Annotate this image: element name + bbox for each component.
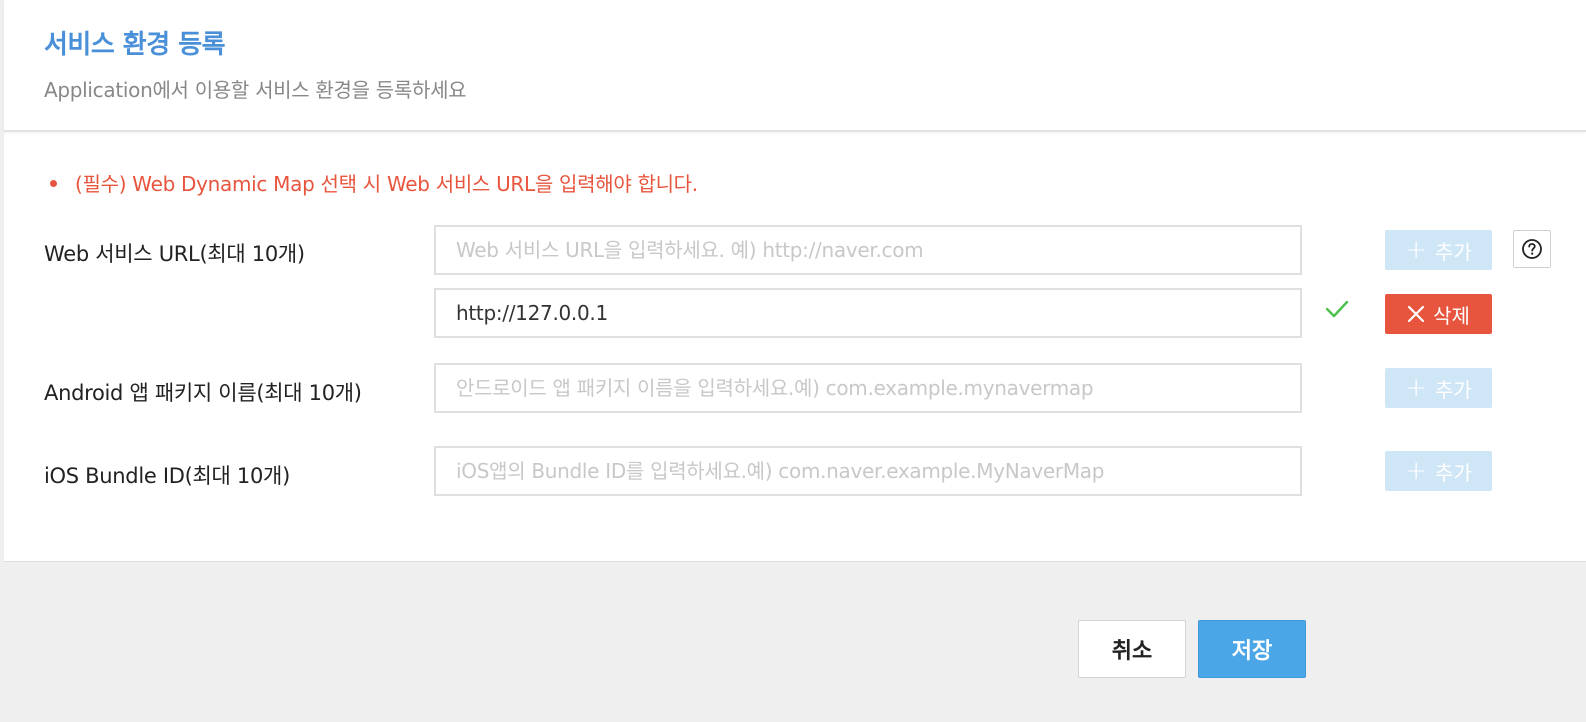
plus-icon: +: [1405, 456, 1427, 486]
close-icon: [1407, 305, 1425, 323]
web-url-label: Web 서비스 URL(최대 10개): [44, 242, 305, 266]
web-url-add-button[interactable]: + 추가: [1385, 230, 1492, 270]
web-url-entry-input[interactable]: [434, 288, 1302, 338]
panel-header: 서비스 환경 등록 Application에서 이용할 서비스 환경을 등록하세…: [4, 0, 1586, 132]
plus-icon: +: [1405, 373, 1427, 403]
page-title: 서비스 환경 등록: [44, 30, 226, 60]
plus-icon: +: [1405, 235, 1427, 265]
web-url-add-label: 추가: [1434, 239, 1472, 264]
question-circle-icon: [1522, 239, 1542, 259]
service-environment-panel: 서비스 환경 등록 Application에서 이용할 서비스 환경을 등록하세…: [4, 0, 1586, 562]
ios-add-button[interactable]: + 추가: [1385, 451, 1492, 491]
required-notice: (필수) Web Dynamic Map 선택 시 Web 서비스 URL을 입…: [50, 168, 698, 197]
save-button[interactable]: 저장: [1198, 620, 1306, 678]
android-package-input[interactable]: [434, 363, 1302, 413]
ios-bundle-label: iOS Bundle ID(최대 10개): [44, 464, 290, 488]
web-url-input[interactable]: [434, 225, 1302, 275]
cancel-button[interactable]: 취소: [1078, 620, 1186, 678]
page-subtitle: Application에서 이용할 서비스 환경을 등록하세요: [44, 78, 467, 102]
ios-bundle-input[interactable]: [434, 446, 1302, 496]
android-add-label: 추가: [1434, 377, 1472, 402]
help-button[interactable]: [1513, 230, 1551, 268]
check-icon: [1325, 300, 1349, 318]
android-add-button[interactable]: + 추가: [1385, 368, 1492, 408]
required-notice-text: (필수) Web Dynamic Map 선택 시 Web 서비스 URL을 입…: [75, 172, 698, 196]
bullet-icon: [50, 180, 57, 187]
web-url-delete-button[interactable]: 삭제: [1385, 294, 1492, 334]
web-url-delete-label: 삭제: [1433, 303, 1470, 328]
ios-add-label: 추가: [1434, 460, 1472, 485]
android-package-label: Android 앱 패키지 이름(최대 10개): [44, 381, 362, 405]
